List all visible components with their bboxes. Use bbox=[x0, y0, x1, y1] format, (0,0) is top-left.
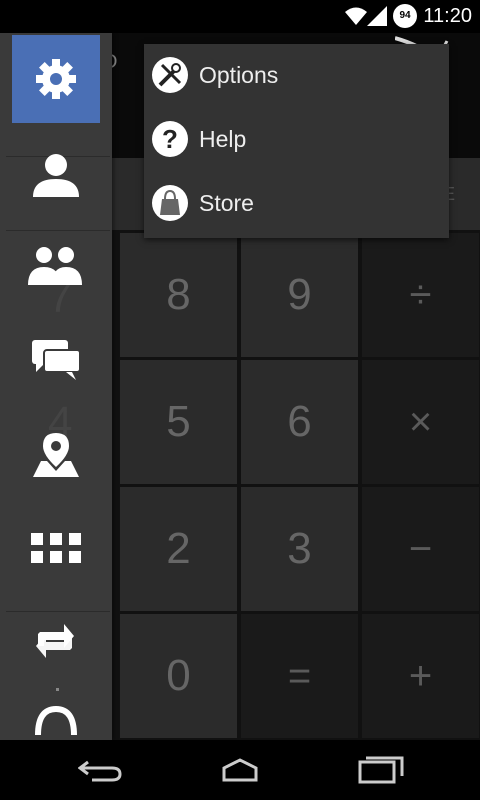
menu-item-options[interactable]: Options bbox=[144, 44, 449, 108]
chat-icon[interactable] bbox=[32, 340, 80, 380]
wifi-icon bbox=[345, 7, 367, 25]
key-9[interactable]: 9 bbox=[241, 233, 358, 357]
drawer-settings[interactable] bbox=[12, 35, 100, 123]
menu-item-help[interactable]: ? Help bbox=[144, 108, 449, 172]
key-equals[interactable]: = bbox=[241, 614, 358, 738]
battery-icon: 94 bbox=[393, 4, 417, 28]
keypad: 8 9 ÷ 5 6 × 2 3 − 0 = + bbox=[120, 233, 480, 740]
menu-item-label: Store bbox=[199, 190, 254, 216]
menu-item-store[interactable]: Store bbox=[144, 172, 449, 236]
apps-grid-icon[interactable] bbox=[31, 533, 81, 563]
back-icon[interactable] bbox=[78, 758, 122, 782]
menu-item-label: Help bbox=[199, 126, 247, 152]
key-2[interactable]: 2 bbox=[120, 487, 237, 611]
question-icon: ? bbox=[152, 121, 188, 157]
clock: 11:20 bbox=[423, 5, 472, 27]
key-5[interactable]: 5 bbox=[120, 360, 237, 484]
headset-icon[interactable] bbox=[34, 705, 78, 740]
drawer-divider bbox=[6, 611, 110, 612]
sync-icon[interactable] bbox=[34, 618, 76, 664]
menu-item-label: Options bbox=[199, 62, 279, 88]
key-divide[interactable]: ÷ bbox=[362, 233, 479, 357]
status-bar: 94 11:20 bbox=[0, 0, 480, 33]
key-6[interactable]: 6 bbox=[241, 360, 358, 484]
settings-gear-icon bbox=[36, 59, 76, 99]
key-plus[interactable]: + bbox=[362, 614, 479, 738]
home-icon[interactable] bbox=[216, 758, 264, 782]
dot bbox=[56, 688, 59, 691]
recents-icon[interactable] bbox=[358, 754, 406, 784]
key-minus[interactable]: − bbox=[362, 487, 479, 611]
key-multiply[interactable]: × bbox=[362, 360, 479, 484]
signal-icon bbox=[367, 6, 387, 26]
drawer-divider bbox=[6, 230, 110, 231]
wrench-screwdriver-icon bbox=[152, 57, 188, 93]
group-icon[interactable] bbox=[26, 245, 84, 285]
key-3[interactable]: 3 bbox=[241, 487, 358, 611]
location-pin-icon[interactable] bbox=[33, 431, 79, 477]
popup-menu: Options ? Help Store bbox=[144, 44, 449, 238]
shopping-bag-icon bbox=[152, 185, 188, 221]
nav-bar bbox=[0, 740, 480, 800]
side-drawer: 7 4 bbox=[0, 33, 112, 740]
contact-icon[interactable] bbox=[31, 151, 81, 197]
key-0[interactable]: 0 bbox=[120, 614, 237, 738]
key-8[interactable]: 8 bbox=[120, 233, 237, 357]
